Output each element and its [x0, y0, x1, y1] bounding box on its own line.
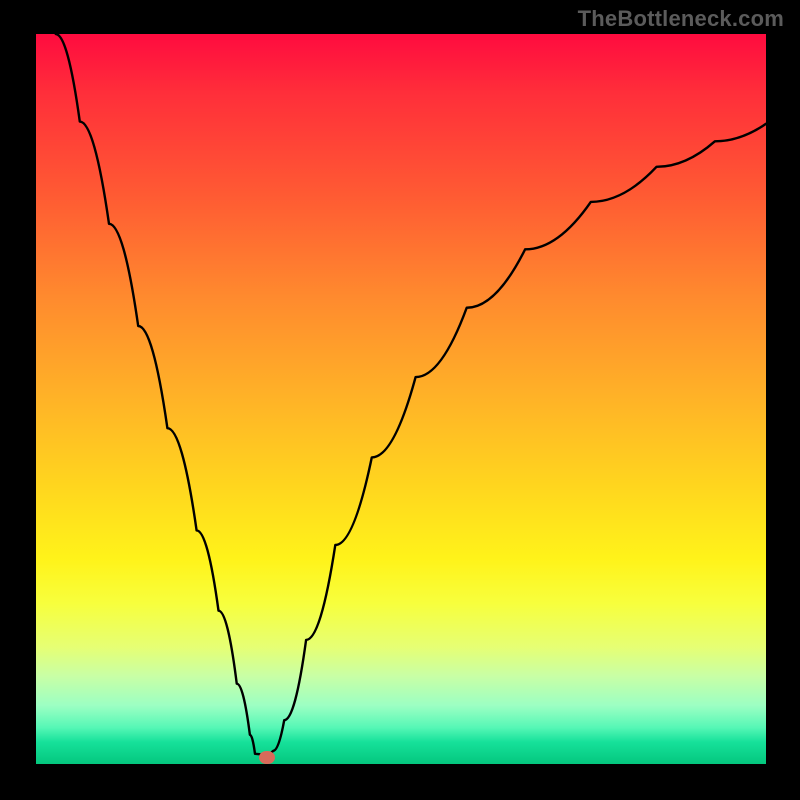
- chart-frame: TheBottleneck.com: [0, 0, 800, 800]
- watermark-text: TheBottleneck.com: [578, 6, 784, 32]
- plot-background-gradient: [36, 34, 766, 764]
